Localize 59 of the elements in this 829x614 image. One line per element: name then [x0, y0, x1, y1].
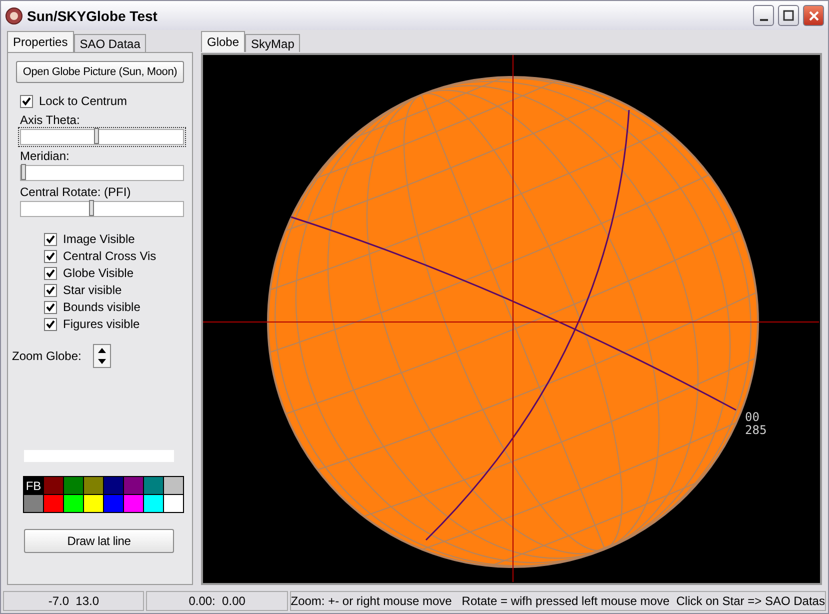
slider-thumb[interactable] — [89, 200, 94, 216]
color-swatch[interactable] — [104, 495, 123, 512]
color-swatch[interactable] — [44, 495, 63, 512]
minimize-icon — [760, 18, 768, 20]
checkbox[interactable] — [44, 284, 57, 296]
checkbox[interactable] — [44, 232, 57, 246]
color-swatch[interactable] — [24, 495, 43, 512]
checkbox[interactable] — [44, 300, 57, 314]
checkbox-label: Central Cross Vis — [63, 249, 156, 263]
color-swatch[interactable] — [164, 477, 183, 494]
slider-track[interactable] — [20, 201, 184, 217]
close-icon — [808, 10, 818, 20]
status-text: Zoom: +- or right mouse move Rotate = wifh pressed left mouse move Click on Star => SAO Datas — [290, 591, 826, 611]
color-swatch[interactable] — [124, 477, 143, 494]
color-swatch[interactable] — [84, 495, 103, 512]
color-swatch[interactable] — [44, 477, 63, 494]
checkbox[interactable] — [44, 250, 57, 262]
slider-track[interactable] — [20, 165, 184, 181]
maximize-icon — [783, 10, 794, 21]
color-swatch[interactable] — [144, 477, 163, 494]
grid-label: 00 — [745, 410, 760, 424]
slider-label: Central Rotate: (PFI) — [20, 185, 132, 199]
draw-lat-line-button[interactable]: Draw lat line — [24, 529, 174, 553]
zoom-spinner[interactable] — [93, 344, 112, 368]
checkbox-label: Star visible — [63, 283, 122, 297]
slider-thumb[interactable] — [94, 128, 100, 144]
checkbox-label: Figures visible — [63, 317, 140, 331]
color-swatch[interactable] — [84, 477, 103, 494]
zoom-label: Zoom Globe: — [12, 349, 82, 363]
view-tab[interactable]: SkyMap — [245, 34, 300, 52]
slider-label: Meridian: — [20, 149, 70, 163]
checkbox-label: Image Visible — [63, 232, 135, 246]
checkbox-label: Lock to Centrum — [39, 94, 128, 108]
view-tab[interactable]: Globe — [201, 31, 246, 52]
panel-tab[interactable]: Properties — [7, 31, 74, 52]
status-text: -7.0 13.0 — [3, 591, 144, 611]
app-icon — [5, 6, 23, 24]
color-swatch[interactable] — [64, 477, 83, 494]
minimize-button[interactable] — [753, 5, 774, 26]
checkbox[interactable] — [20, 94, 33, 108]
maximize-button[interactable] — [778, 5, 799, 26]
close-button[interactable] — [803, 5, 824, 26]
slider-thumb[interactable] — [21, 164, 26, 180]
color-swatch[interactable] — [124, 495, 143, 512]
color-swatch[interactable] — [144, 495, 163, 512]
checkbox[interactable] — [44, 318, 57, 330]
checkbox[interactable] — [44, 266, 57, 280]
status-text: 0.00: 0.00 — [146, 591, 288, 611]
open-picture-button[interactable]: Open Globe Picture (Sun, Moon) — [16, 61, 184, 83]
checkbox-label: Bounds visible — [63, 300, 140, 314]
color-swatch[interactable] — [104, 477, 123, 494]
checkbox-label: Globe Visible — [63, 266, 134, 280]
color-swatch[interactable] — [64, 495, 83, 512]
panel-tab[interactable]: SAO Dataa — [74, 34, 146, 52]
slider-label: Axis Theta: — [20, 113, 81, 127]
grid-label: 285 — [745, 423, 767, 437]
slider-track[interactable] — [20, 129, 184, 145]
window-title: Sun/SKYGlobe Test — [27, 8, 158, 24]
color-swatch[interactable] — [164, 495, 183, 512]
